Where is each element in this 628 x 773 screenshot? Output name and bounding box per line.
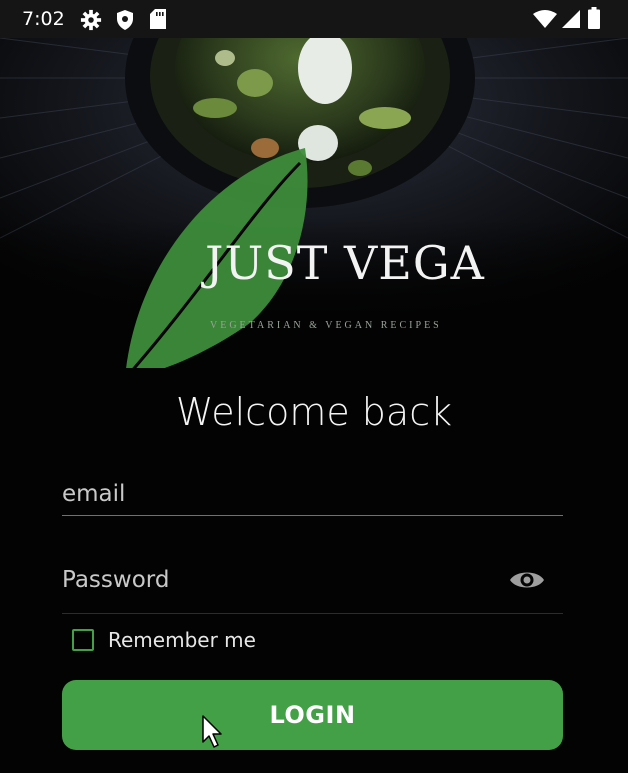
login-screen: 7:02 JUST VEGA VEGETARIAN & VEGAN RECIPE… bbox=[0, 0, 628, 773]
sd-card-icon bbox=[150, 9, 166, 29]
wifi-icon bbox=[533, 10, 557, 28]
gear-icon bbox=[80, 9, 102, 31]
login-button[interactable]: LOGIN bbox=[62, 680, 563, 750]
brand-tagline: VEGETARIAN & VEGAN RECIPES bbox=[210, 320, 442, 331]
password-input[interactable] bbox=[62, 567, 482, 593]
password-field bbox=[62, 565, 563, 614]
battery-icon bbox=[588, 7, 600, 29]
mouse-cursor-icon bbox=[202, 715, 222, 748]
remember-me[interactable]: Remember me bbox=[72, 628, 256, 652]
hero-food-plate-image bbox=[0, 38, 628, 368]
brand-title: JUST VEGA bbox=[205, 236, 485, 290]
status-bar: 7:02 bbox=[0, 0, 628, 38]
email-field bbox=[62, 481, 563, 516]
remember-me-checkbox[interactable] bbox=[72, 629, 94, 651]
welcome-heading: Welcome back bbox=[175, 390, 453, 434]
signal-icon bbox=[562, 10, 580, 28]
email-input[interactable] bbox=[62, 481, 482, 507]
remember-me-label: Remember me bbox=[108, 628, 256, 652]
show-password-eye-icon[interactable] bbox=[509, 567, 545, 593]
shield-icon bbox=[117, 10, 133, 30]
status-time: 7:02 bbox=[22, 8, 65, 30]
hero-image bbox=[0, 38, 628, 368]
